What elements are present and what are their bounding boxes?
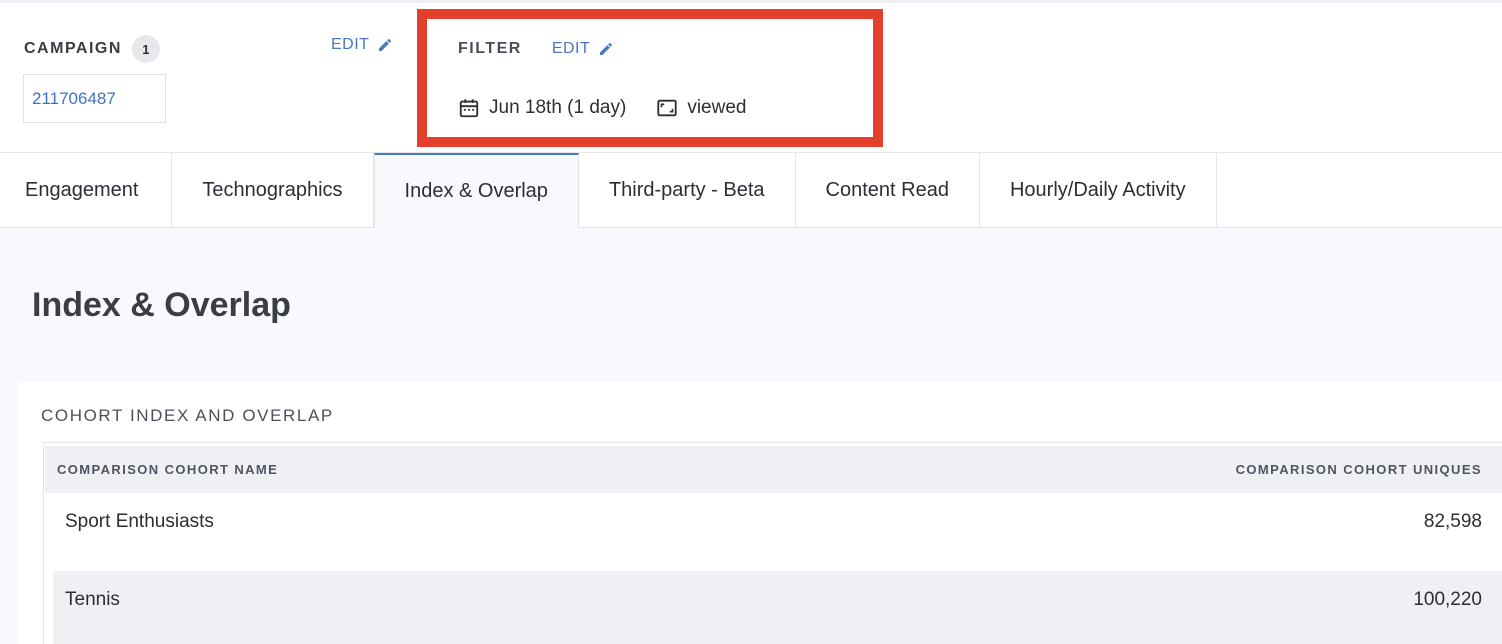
tab-label[interactable]: Third-party - Beta — [609, 179, 765, 202]
cohort-name: Tennis — [65, 589, 120, 610]
page-title: Index & Overlap — [32, 286, 291, 324]
filter-label: FILTER — [458, 40, 522, 57]
tab-third-party-beta[interactable]: Third-party - Beta — [579, 153, 796, 228]
filter-edit-label[interactable]: EDIT — [552, 40, 590, 58]
tab-label[interactable]: Hourly/Daily Activity — [1010, 179, 1186, 202]
table-header: COMPARISON COHORT NAME COMPARISON COHORT… — [45, 446, 1502, 493]
tab-content-read[interactable]: Content Read — [796, 153, 980, 228]
pencil-icon[interactable] — [377, 37, 393, 53]
column-header-name[interactable]: COMPARISON COHORT NAME — [57, 462, 278, 477]
tab-technographics[interactable]: Technographics — [172, 153, 374, 228]
tab-hourly-daily-activity[interactable]: Hourly/Daily Activity — [980, 153, 1217, 228]
pencil-icon[interactable] — [598, 41, 614, 57]
cohort-uniques: 100,220 — [1413, 589, 1482, 610]
filter-values: Jun 18th (1 day) viewed — [458, 97, 746, 119]
campaign-edit-button[interactable]: EDIT — [331, 36, 393, 54]
campaign-header: CAMPAIGN 1 211706487 EDIT FILTER EDIT Ju… — [0, 0, 1502, 153]
cohort-uniques: 82,598 — [1423, 511, 1482, 532]
campaign-edit-label[interactable]: EDIT — [331, 36, 369, 54]
column-header-uniques[interactable]: COMPARISON COHORT UNIQUES — [1236, 462, 1482, 477]
filter-heading: FILTER EDIT — [458, 40, 614, 58]
tab-label[interactable]: Index & Overlap — [405, 180, 548, 203]
table-row[interactable]: Tennis 100,220 — [53, 571, 1502, 644]
filter-event-text: viewed — [687, 97, 747, 118]
campaign-id[interactable]: 211706487 — [32, 89, 116, 109]
tab-engagement[interactable]: Engagement — [0, 153, 173, 228]
tab-label[interactable]: Engagement — [25, 179, 138, 202]
campaign-id-chip[interactable]: 211706487 — [23, 74, 166, 123]
tab-label[interactable]: Technographics — [202, 179, 342, 202]
filter-event: viewed — [656, 97, 746, 119]
cohort-table: COMPARISON COHORT NAME COMPARISON COHORT… — [43, 442, 1502, 644]
viewed-frame-icon — [657, 99, 677, 117]
filter-date: Jun 18th (1 day) — [458, 97, 626, 119]
calendar-icon — [459, 99, 479, 118]
card-title: COHORT INDEX AND OVERLAP — [41, 406, 334, 425]
table-row[interactable]: Sport Enthusiasts 82,598 — [44, 493, 1502, 571]
filter-highlight-box: FILTER EDIT Jun 18th (1 day) viewed — [417, 9, 883, 147]
cohort-card: COHORT INDEX AND OVERLAP COMPARISON COHO… — [18, 382, 1502, 644]
campaign-count-badge: 1 — [131, 35, 160, 63]
campaign-label: CAMPAIGN — [24, 40, 122, 57]
filter-edit-button[interactable]: EDIT — [552, 40, 614, 58]
cohort-name: Sport Enthusiasts — [65, 511, 214, 532]
campaign-section: CAMPAIGN 1 — [24, 35, 160, 63]
filter-date-text: Jun 18th (1 day) — [489, 97, 627, 118]
tab-index-overlap[interactable]: Index & Overlap — [373, 153, 579, 228]
tab-bar: Engagement Technographics Index & Overla… — [0, 153, 1502, 228]
tab-label[interactable]: Content Read — [826, 179, 949, 202]
